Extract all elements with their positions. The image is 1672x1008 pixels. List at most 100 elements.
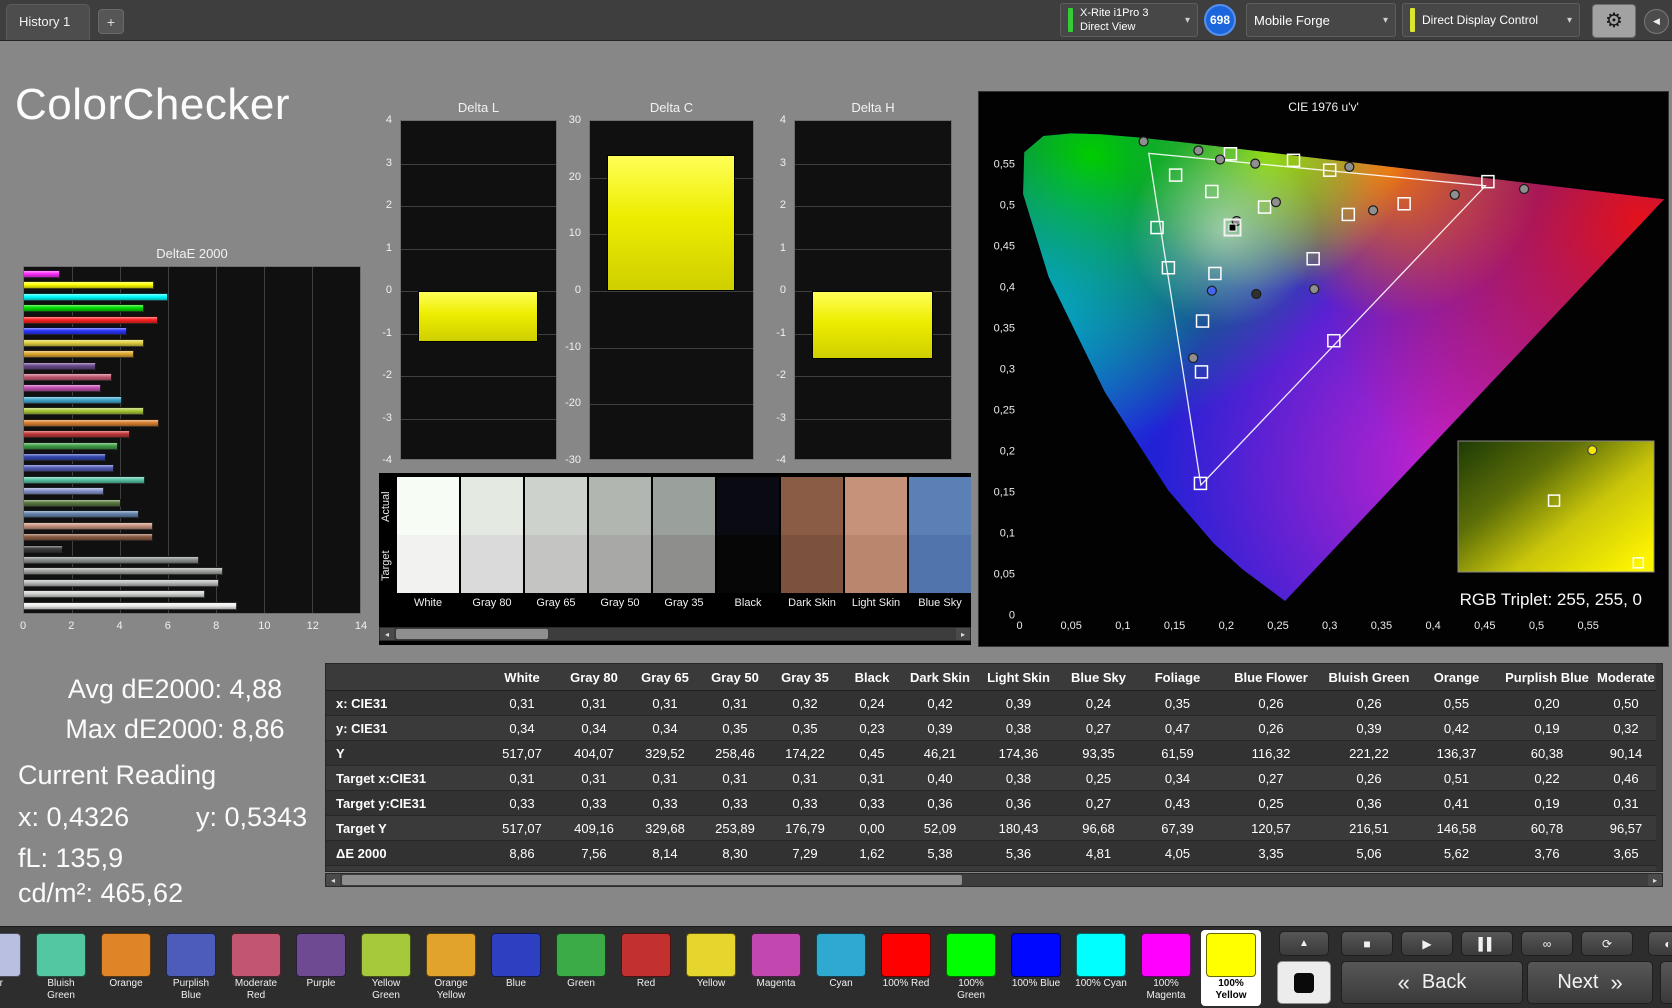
settings-button[interactable]: ⚙ <box>1592 4 1636 38</box>
axis-tick-label: 0,25 <box>994 405 1015 417</box>
value-cell: 15,88 <box>904 865 976 871</box>
axis-tick-label: -30 <box>565 454 581 466</box>
deltae-bar <box>24 590 206 599</box>
patch-tile[interactable]: Bluish Green <box>31 930 91 1006</box>
source-label: Mobile Forge <box>1254 12 1330 28</box>
chevron-left-icon: ◀ <box>1653 16 1660 26</box>
patch-tile[interactable]: 100% Red <box>876 930 936 1006</box>
meter-selector[interactable]: X-Rite i1Pro 3 Direct View ▾ <box>1060 3 1198 37</box>
display-control-selector[interactable]: Direct Display Control ▾ <box>1402 3 1580 37</box>
patch-tile[interactable]: Purple <box>291 930 351 1006</box>
axis-tick-label: 0,4 <box>1425 620 1440 632</box>
scrollbar-thumb[interactable] <box>342 875 962 885</box>
scrollbar-track[interactable] <box>340 874 1648 886</box>
patch-tile-selected[interactable]: 100% Yellow <box>1201 930 1261 1006</box>
deltae-bar <box>24 407 144 416</box>
column-header: Dark Skin <box>904 664 976 691</box>
scroll-right-arrow-icon[interactable]: ▸ <box>1648 874 1662 886</box>
deltae-bar <box>24 350 135 359</box>
axis-tick-label: 0,15 <box>994 487 1015 499</box>
patch-tile[interactable]: Blue <box>486 930 546 1006</box>
column-header: Light Skin <box>976 664 1061 691</box>
max-de2000-readout: Max dE2000: 8,86 <box>65 714 285 744</box>
measured-point-marker <box>1193 145 1204 156</box>
scroll-right-arrow-icon[interactable]: ▸ <box>956 628 970 640</box>
deltae-bar <box>24 475 146 484</box>
value-cell: 0,31 <box>1596 790 1656 816</box>
meter-mode: Direct View <box>1080 21 1136 33</box>
target-swatch <box>525 535 587 593</box>
swatch-strip-scrollbar[interactable]: ◂ ▸ <box>379 627 971 641</box>
source-selector[interactable]: Mobile Forge ▾ <box>1246 3 1396 37</box>
table-row: Target Y 517,07 409,16 329,68 253,89 176,79 0,… <box>326 815 1656 841</box>
scrollbar-track[interactable] <box>394 628 956 640</box>
value-cell: 329,52 <box>630 740 700 766</box>
deltae-bar <box>24 338 144 347</box>
edge-button[interactable] <box>1660 961 1672 1004</box>
refresh-button[interactable]: ⟳ <box>1581 931 1633 956</box>
value-cell: 0,27 <box>1061 790 1136 816</box>
patch-tile[interactable]: 100% Magenta <box>1136 930 1196 1006</box>
patch-tile[interactable]: Red <box>616 930 676 1006</box>
pause-button[interactable]: ▌▌ <box>1461 931 1513 956</box>
meter-name: X-Rite i1Pro 3 <box>1080 6 1149 19</box>
axis-tick-label: 0,25 <box>1267 620 1288 632</box>
patch-tile[interactable]: 100% Cyan <box>1071 930 1131 1006</box>
value-cell: 0,38 <box>976 765 1061 791</box>
value-cell: 7,22 <box>770 865 840 871</box>
patch-tile[interactable]: Yellow Green <box>356 930 416 1006</box>
play-button[interactable]: ▶ <box>1401 931 1453 956</box>
deltae-bar <box>24 418 159 427</box>
axis-tick-label: -20 <box>565 397 581 410</box>
loop-button[interactable]: ∞ <box>1521 931 1573 956</box>
patch-tile[interactable]: 100% Blue <box>1006 930 1066 1006</box>
value-cell: 6,37 <box>486 865 558 871</box>
deltae-bar <box>24 453 106 461</box>
stop-button[interactable]: ■ <box>1341 931 1393 956</box>
value-cell: 60,38 <box>1498 740 1596 766</box>
value-cell: 253,89 <box>700 815 770 841</box>
value-cell: 0,39 <box>976 690 1061 716</box>
top-bar: History 1 + X-Rite i1Pro 3 Direct View ▾… <box>0 0 1672 41</box>
pattern-window-button[interactable] <box>1277 961 1331 1004</box>
scroll-up-button[interactable]: ▲ <box>1279 931 1329 956</box>
patch-tile[interactable]: 100% Green <box>941 930 1001 1006</box>
patch-tile[interactable]: Yellow <box>681 930 741 1006</box>
patch-tile[interactable]: ver <box>0 930 26 1006</box>
tab-history-1[interactable]: History 1 <box>6 4 90 40</box>
value-cell: 0,32 <box>770 690 840 716</box>
patch-tile[interactable]: Orange <box>96 930 156 1006</box>
patch-tile-label: Purplish Blue <box>172 978 210 1001</box>
scrollbar-thumb[interactable] <box>396 629 548 639</box>
patch-color-swatch <box>1141 933 1191 977</box>
back-button[interactable]: « Back <box>1341 961 1523 1004</box>
patch-tile[interactable]: Cyan <box>811 930 871 1006</box>
next-button[interactable]: Next » <box>1527 961 1653 1004</box>
collapse-panel-button[interactable]: ◀ <box>1644 9 1669 34</box>
value-cell: 0,31 <box>486 690 558 716</box>
actual-swatch <box>845 477 907 535</box>
value-cell: 0,19 <box>1498 715 1596 741</box>
scroll-left-arrow-icon[interactable]: ◂ <box>380 628 394 640</box>
patch-tile[interactable]: Orange Yellow <box>421 930 481 1006</box>
split-view-button[interactable]: ◐ <box>1648 931 1672 956</box>
deltae-bar <box>24 555 199 564</box>
patch-color-swatch <box>491 933 541 977</box>
patch-tile[interactable]: Moderate Red <box>226 930 286 1006</box>
add-tab-button[interactable]: + <box>98 9 124 34</box>
scroll-left-arrow-icon[interactable]: ◂ <box>326 874 340 886</box>
patch-tile-label: 100% Magenta <box>1146 978 1186 1001</box>
patch-tile[interactable]: Magenta <box>746 930 806 1006</box>
table-scrollbar[interactable]: ◂ ▸ <box>325 873 1663 887</box>
patch-tile-label: Cyan <box>829 978 853 989</box>
patch-tile[interactable]: Green <box>551 930 611 1006</box>
patch-column: Blue Sky <box>909 477 971 617</box>
patch-tile[interactable]: Purplish Blue <box>161 930 221 1006</box>
row-header: Target y:CIE31 <box>326 790 486 816</box>
meter-count-badge[interactable]: 698 <box>1204 4 1236 36</box>
value-cell: 5,06 <box>1323 840 1415 866</box>
axis-tick-label: -1 <box>776 326 786 339</box>
value-cell: 0,39 <box>904 715 976 741</box>
deltae-bar <box>24 327 128 336</box>
patch-color-swatch <box>621 933 671 977</box>
